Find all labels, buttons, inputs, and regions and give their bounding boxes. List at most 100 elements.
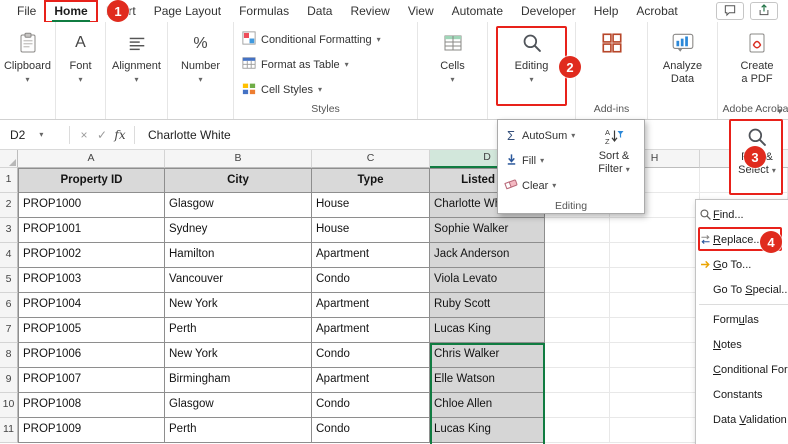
column-header-a[interactable]: A	[18, 150, 165, 168]
collapse-ribbon-icon[interactable]: ▾	[777, 106, 782, 117]
row-header-10[interactable]: 10	[0, 393, 18, 418]
cell-A5[interactable]: PROP1003	[18, 268, 165, 293]
cell-D6[interactable]: Ruby Scott	[430, 293, 545, 318]
cell-C6[interactable]: Apartment	[312, 293, 430, 318]
cell-A3[interactable]: PROP1001	[18, 218, 165, 243]
cell-D5[interactable]: Viola Levato	[430, 268, 545, 293]
cell[interactable]	[545, 393, 610, 418]
cell-A1[interactable]: Property ID	[18, 168, 165, 193]
tab-home[interactable]: Home	[45, 1, 96, 22]
row-header-4[interactable]: 4	[0, 243, 18, 268]
cell[interactable]	[545, 218, 610, 243]
tab-page-layout[interactable]: Page Layout	[145, 1, 230, 22]
column-header-b[interactable]: B	[165, 150, 312, 168]
insert-function-icon[interactable]: fx	[111, 128, 129, 142]
fill-button[interactable]: Fill ▾	[498, 148, 586, 173]
menu-item-data-validation[interactable]: Data Validation	[696, 407, 788, 432]
cell[interactable]	[545, 268, 610, 293]
row-header-11[interactable]: 11	[0, 418, 18, 443]
chevron-down-icon[interactable]: ▾	[571, 132, 575, 140]
cell-D9[interactable]: Elle Watson	[430, 368, 545, 393]
cell[interactable]	[610, 368, 700, 393]
cell-B9[interactable]: Birmingham	[165, 368, 312, 393]
column-header-c[interactable]: C	[312, 150, 430, 168]
cell-C5[interactable]: Condo	[312, 268, 430, 293]
menu-item-go-to-special[interactable]: Go To Special...	[696, 277, 788, 302]
menu-item-constants[interactable]: Constants	[696, 382, 788, 407]
addins-button[interactable]	[576, 22, 647, 56]
cell[interactable]	[545, 293, 610, 318]
number-button[interactable]: % Number ▾	[168, 22, 233, 84]
cell[interactable]	[610, 393, 700, 418]
cell[interactable]	[610, 293, 700, 318]
font-button[interactable]: A Font ▾	[56, 22, 105, 84]
enter-icon[interactable]: ✓	[93, 128, 111, 142]
tab-view[interactable]: View	[399, 1, 443, 22]
cell-C4[interactable]: Apartment	[312, 243, 430, 268]
clipboard-button[interactable]: Clipboard ▾	[0, 22, 55, 84]
cell[interactable]	[545, 343, 610, 368]
alignment-button[interactable]: Alignment ▾	[106, 22, 167, 84]
menu-item-conditional-formatting[interactable]: Conditional Formatting	[696, 357, 788, 382]
cell[interactable]	[610, 218, 700, 243]
cell-D3[interactable]: Sophie Walker	[430, 218, 545, 243]
menu-item-formulas[interactable]: Formulas	[696, 307, 788, 332]
create-pdf-button[interactable]: Create a PDF	[718, 22, 788, 86]
menu-item-go-to[interactable]: Go To...	[696, 252, 788, 277]
cell-B3[interactable]: Sydney	[165, 218, 312, 243]
row-header-2[interactable]: 2	[0, 193, 18, 218]
cell-A8[interactable]: PROP1006	[18, 343, 165, 368]
row-header-8[interactable]: 8	[0, 343, 18, 368]
cell[interactable]	[545, 368, 610, 393]
cell-B8[interactable]: New York	[165, 343, 312, 368]
conditional-formatting-button[interactable]: Conditional Formatting ▾	[234, 27, 417, 52]
cancel-icon[interactable]: ×	[75, 128, 93, 142]
chevron-down-icon[interactable]: ▾	[39, 131, 43, 139]
row-header-7[interactable]: 7	[0, 318, 18, 343]
cell-B11[interactable]: Perth	[165, 418, 312, 443]
row-header-6[interactable]: 6	[0, 293, 18, 318]
cell-A11[interactable]: PROP1009	[18, 418, 165, 443]
cell[interactable]	[610, 418, 700, 443]
cell-A10[interactable]: PROP1008	[18, 393, 165, 418]
select-all-corner[interactable]	[0, 150, 18, 168]
cell-D10[interactable]: Chloe Allen	[430, 393, 545, 418]
cell-A9[interactable]: PROP1007	[18, 368, 165, 393]
cell-C9[interactable]: Apartment	[312, 368, 430, 393]
cell[interactable]	[545, 243, 610, 268]
tab-acrobat[interactable]: Acrobat	[627, 1, 686, 22]
comments-button[interactable]	[716, 2, 744, 20]
tab-file[interactable]: File	[8, 1, 45, 22]
cell-C2[interactable]: House	[312, 193, 430, 218]
chevron-down-icon[interactable]: ▾	[540, 157, 544, 165]
cell[interactable]	[545, 418, 610, 443]
cell-A2[interactable]: PROP1000	[18, 193, 165, 218]
cell-C7[interactable]: Apartment	[312, 318, 430, 343]
cell-C10[interactable]: Condo	[312, 393, 430, 418]
clear-button[interactable]: Clear ▾	[498, 173, 586, 198]
cell-B4[interactable]: Hamilton	[165, 243, 312, 268]
analyze-data-button[interactable]: Analyze Data	[648, 22, 717, 86]
cell-A6[interactable]: PROP1004	[18, 293, 165, 318]
cell-D11[interactable]: Lucas King	[430, 418, 545, 443]
cell[interactable]	[610, 343, 700, 368]
cell-D8[interactable]: Chris Walker	[430, 343, 545, 368]
row-header-1[interactable]: 1	[0, 168, 18, 193]
cell-styles-button[interactable]: Cell Styles ▾	[234, 77, 417, 102]
tab-help[interactable]: Help	[585, 1, 628, 22]
cell-C8[interactable]: Condo	[312, 343, 430, 368]
cell-B6[interactable]: New York	[165, 293, 312, 318]
cell-C1[interactable]: Type	[312, 168, 430, 193]
row-header-9[interactable]: 9	[0, 368, 18, 393]
cells-button[interactable]: Cells ▾	[418, 22, 487, 84]
cell-C11[interactable]: Condo	[312, 418, 430, 443]
tab-automate[interactable]: Automate	[443, 1, 512, 22]
sort-filter-button[interactable]: AZ Sort & Filter ▾	[588, 124, 640, 196]
cell-B2[interactable]: Glasgow	[165, 193, 312, 218]
chevron-down-icon[interactable]: ▾	[552, 182, 556, 190]
formula-bar-value[interactable]: Charlotte White	[140, 128, 231, 142]
row-header-3[interactable]: 3	[0, 218, 18, 243]
name-box[interactable]: D2 ▾	[0, 128, 64, 142]
cell-D4[interactable]: Jack Anderson	[430, 243, 545, 268]
cell-B7[interactable]: Perth	[165, 318, 312, 343]
